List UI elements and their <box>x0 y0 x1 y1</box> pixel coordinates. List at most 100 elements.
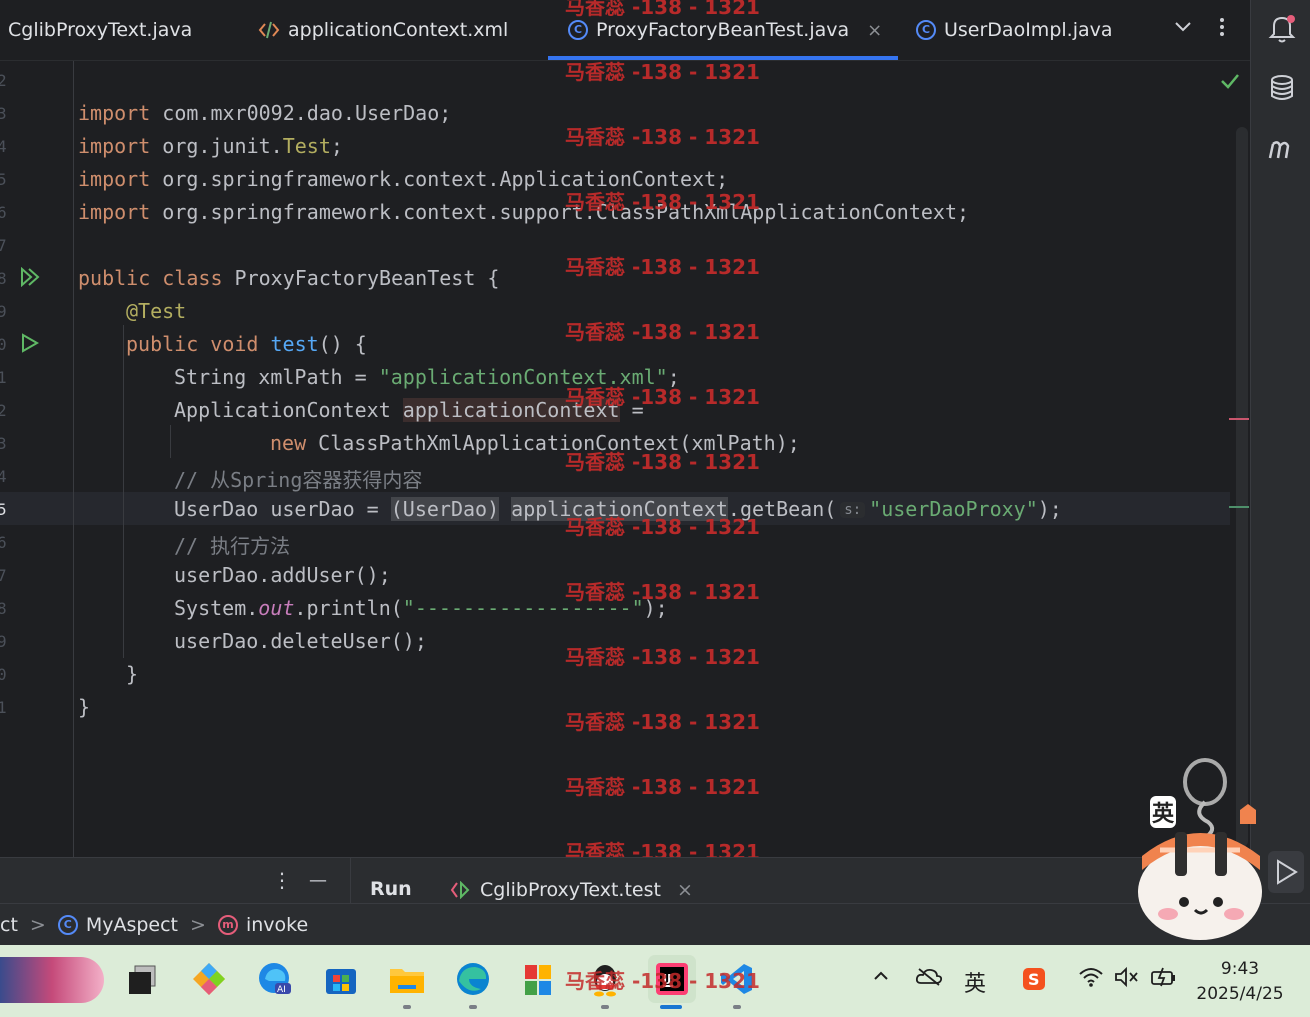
class-c-icon: C <box>57 915 78 935</box>
line-number: 9 <box>0 302 7 321</box>
onedrive-cloud-icon[interactable] <box>915 966 943 991</box>
line-number: 8 <box>0 599 7 618</box>
widgets-button[interactable] <box>0 957 104 1003</box>
file-explorer-icon[interactable] <box>388 960 426 998</box>
windows-taskbar: AI IJ 马香蕊 -138 - 1321 英 S 9:43 2025/4/25 <box>0 945 1310 1017</box>
run-tool-title[interactable]: Run <box>370 878 412 900</box>
show-hidden-icons-chevron[interactable] <box>872 966 890 990</box>
run-panel-button[interactable] <box>1268 851 1304 893</box>
code-line: @Test <box>126 299 187 323</box>
error-stripe-mark[interactable] <box>1229 506 1249 508</box>
task-view-icon[interactable] <box>124 960 162 998</box>
parameter-hint: s: <box>840 502 866 518</box>
app-tiles-icon[interactable] <box>520 960 558 998</box>
tab-proxyfactorybeantest[interactable]: C ProxyFactoryBeanTest.java × <box>568 0 882 60</box>
tab-label: CglibProxyText.java <box>8 19 193 41</box>
code-line: String xmlPath = "applicationContext.xml… <box>174 365 680 389</box>
run-tab-cglibproxytext-test[interactable]: CglibProxyText.test × <box>450 879 693 901</box>
running-indicator <box>469 1005 477 1009</box>
code-line: userDao.addUser(); <box>174 563 391 587</box>
line-number: 6 <box>0 203 7 222</box>
code-line: userDao.deleteUser(); <box>174 629 427 653</box>
breadcrumb-item[interactable]: ct <box>0 914 18 936</box>
tab-cglibproxytext[interactable]: CglibProxyText.java <box>8 0 192 60</box>
divider <box>350 858 351 904</box>
copilot-app-icon[interactable] <box>190 960 228 998</box>
battery-charging-icon[interactable] <box>1150 966 1178 993</box>
line-number: 4 <box>0 137 7 156</box>
svg-text:AI: AI <box>277 985 286 995</box>
ime-language-indicator[interactable]: 英 <box>964 966 986 998</box>
running-indicator <box>733 1005 741 1009</box>
code-line: import org.springframework.context.suppo… <box>78 200 970 224</box>
breadcrumb-separator: > <box>29 914 46 936</box>
ime-mascot-sticker[interactable]: 英 <box>1120 752 1270 944</box>
code-line: import org.springframework.context.Appli… <box>78 167 729 191</box>
database-icon[interactable] <box>1266 72 1298 104</box>
tool-window-menu-icon[interactable]: ⋮ <box>272 868 292 892</box>
line-number: 0 <box>0 335 7 354</box>
line-number: 0 <box>0 665 7 684</box>
clock-time: 9:43 <box>1220 959 1260 979</box>
line-number: 1 <box>0 698 7 717</box>
tool-window-header: ⋮ — Run CglibProxyText.test × <box>0 857 1250 904</box>
volume-muted-icon[interactable] <box>1114 966 1140 993</box>
gutter-separator <box>73 61 74 857</box>
code-line: new ClassPathXmlApplicationContext(xmlPa… <box>270 431 800 455</box>
line-number: 7 <box>0 566 7 585</box>
edge-ai-icon[interactable]: AI <box>256 960 294 998</box>
tab-label: applicationContext.xml <box>288 19 509 41</box>
close-icon[interactable]: × <box>867 20 882 41</box>
line-number: 1 <box>0 368 7 387</box>
active-indicator <box>660 1005 682 1009</box>
editor-tab-bar: CglibProxyText.java applicationContext.x… <box>0 0 1250 61</box>
editor-scrollbar[interactable] <box>1236 127 1248 847</box>
code-line: // 从Spring容器获得内容 <box>174 468 423 492</box>
breadcrumb-item-myaspect[interactable]: C MyAspect <box>57 914 178 936</box>
breadcrumb-item-invoke[interactable]: m invoke <box>217 914 308 936</box>
tab-label: UserDaoImpl.java <box>944 19 1113 41</box>
run-class-icon[interactable] <box>20 266 42 291</box>
tab-label: ProxyFactoryBeanTest.java <box>596 19 850 41</box>
class-c-icon: C <box>916 20 936 40</box>
no-problems-check-icon[interactable] <box>1220 71 1240 95</box>
line-number: 9 <box>0 632 7 651</box>
chevron-down-icon[interactable] <box>1173 16 1193 41</box>
breadcrumb: ct > C MyAspect > m invoke <box>0 903 1310 946</box>
notifications-icon[interactable] <box>1266 12 1298 44</box>
code-line: // 执行方法 <box>174 534 291 558</box>
edge-browser-icon[interactable] <box>454 960 492 998</box>
close-icon[interactable]: × <box>677 879 693 901</box>
code-line: ApplicationContext applicationContext = <box>174 398 644 422</box>
maven-icon[interactable] <box>1266 132 1298 164</box>
error-stripe-mark[interactable] <box>1229 418 1249 420</box>
watermark: 马香蕊 -138 - 1321 <box>565 969 760 993</box>
svg-text:S: S <box>1028 970 1040 989</box>
running-indicator <box>601 1005 609 1009</box>
line-number: 5 <box>0 170 7 189</box>
line-number: 6 <box>0 533 7 552</box>
code-line-current: UserDao userDao = (UserDao) applicationC… <box>174 497 1062 521</box>
more-options-icon[interactable] <box>1212 16 1232 43</box>
sogou-input-icon[interactable]: S <box>1021 966 1047 997</box>
line-number: 4 <box>0 467 7 486</box>
tab-applicationcontext-xml[interactable]: applicationContext.xml <box>258 0 508 60</box>
code-line: } <box>78 695 91 719</box>
indent-guide <box>170 425 171 458</box>
code-editor[interactable]: 2 3 4 5 6 7 8 9 0 1 2 3 4 5 6 7 8 9 0 1 … <box>0 61 1250 857</box>
line-number: 3 <box>0 434 7 453</box>
minimize-icon[interactable]: — <box>309 870 327 891</box>
breadcrumb-separator: > <box>190 914 206 936</box>
wifi-icon[interactable] <box>1078 966 1104 993</box>
run-test-icon[interactable] <box>20 333 40 357</box>
running-indicator <box>403 1005 411 1009</box>
clock-date: 2025/4/25 <box>1196 984 1284 1004</box>
system-clock[interactable]: 9:43 2025/4/25 <box>1190 957 1290 1007</box>
line-number: 2 <box>0 401 7 420</box>
microsoft-store-icon[interactable] <box>322 960 360 998</box>
active-tab-indicator <box>548 56 898 60</box>
line-number: 3 <box>0 104 7 123</box>
tab-userdaoimpl[interactable]: C UserDaoImpl.java <box>916 0 1113 60</box>
ime-mode-label: 英 <box>1150 796 1177 828</box>
code-line: public void test() { <box>126 332 367 356</box>
